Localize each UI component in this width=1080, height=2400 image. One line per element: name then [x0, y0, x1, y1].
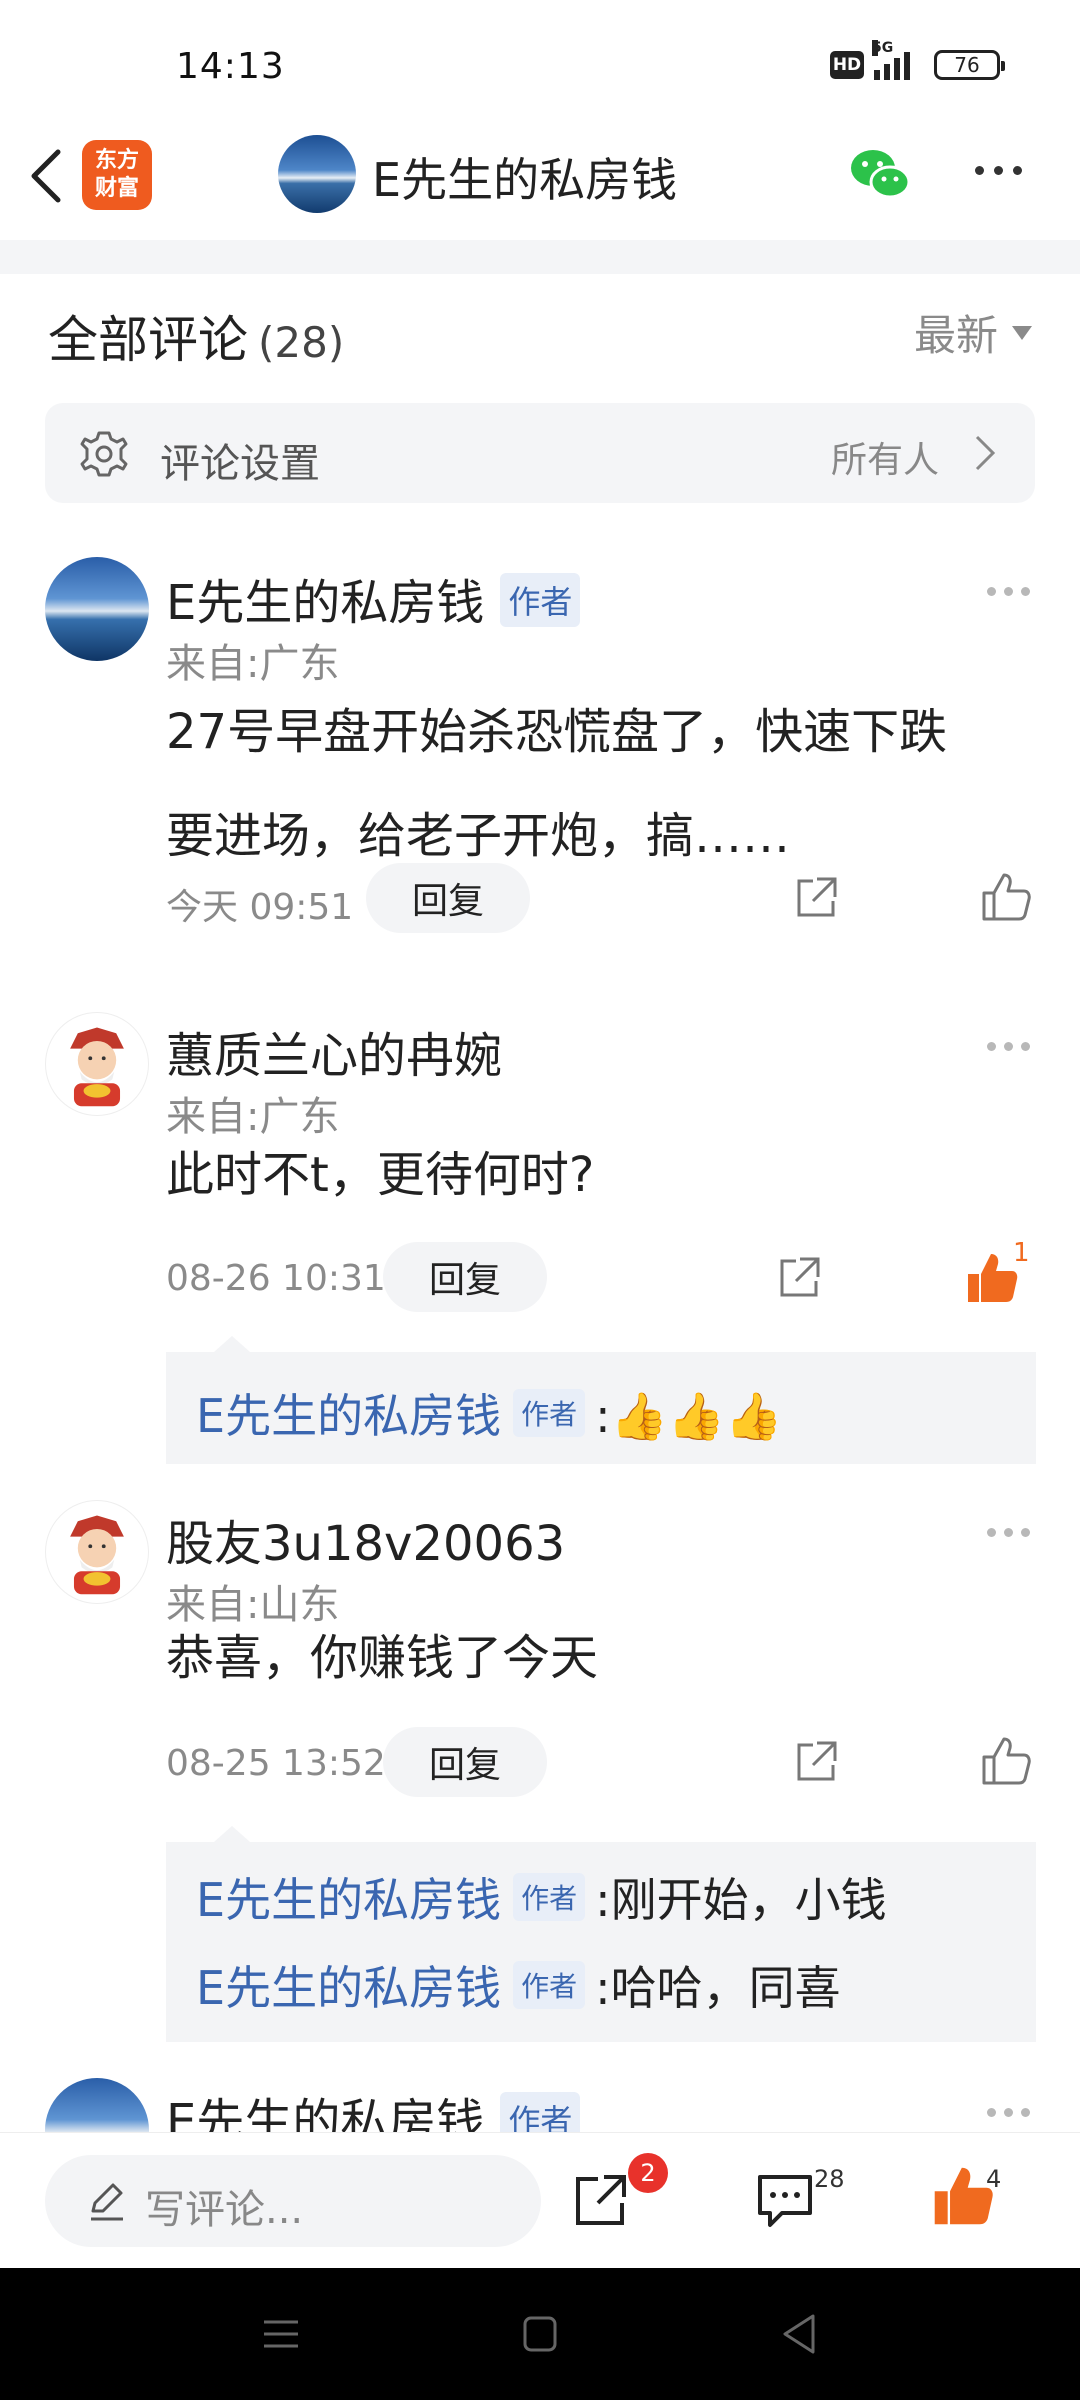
reply-author[interactable]: E先生的私房钱: [196, 1389, 501, 1443]
avatar[interactable]: [45, 1500, 149, 1604]
share-icon[interactable]: [791, 873, 841, 923]
reply-button[interactable]: 回复: [366, 863, 530, 933]
top-header: 东方 财富 E先生的私房钱: [0, 110, 1080, 240]
pencil-icon: [91, 2183, 123, 2221]
author-name: E先生的私房钱: [166, 575, 485, 631]
comment-text[interactable]: 恭喜，你赚钱了今天: [166, 1618, 1016, 1698]
thumbs-up-icon[interactable]: [978, 1733, 1034, 1789]
write-comment-input[interactable]: 写评论...: [45, 2155, 541, 2247]
author-badge: 作者: [513, 1873, 586, 1921]
like-count: 4: [986, 2165, 1002, 2193]
page-title[interactable]: E先生的私房钱: [372, 144, 677, 210]
network-label: 5G: [872, 40, 894, 56]
avatar[interactable]: [45, 1012, 149, 1116]
header-avatar[interactable]: [278, 135, 356, 213]
author-badge: 作者: [500, 2092, 581, 2132]
comment-item: 股友3u18v20063 来自:山东 恭喜，你赚钱了今天 08-25 13:52…: [0, 1498, 1080, 2043]
settings-value: 所有人: [830, 440, 939, 481]
write-comment-placeholder: 写评论...: [145, 2187, 304, 2233]
app-logo-line1: 东方: [94, 148, 139, 173]
reply-button[interactable]: 回复: [383, 1242, 547, 1312]
status-time: 14:13: [176, 46, 285, 87]
comments-title-text: 全部评论: [48, 311, 248, 369]
avatar[interactable]: [45, 2078, 149, 2132]
share-icon[interactable]: [570, 2169, 632, 2231]
reply-button[interactable]: 回复: [383, 1727, 547, 1797]
signal-icon: 5G: [872, 40, 910, 80]
reply-item[interactable]: E先生的私房钱 作者:哈哈，同喜: [196, 1952, 841, 2018]
fortune-god-avatar-icon: [70, 1515, 124, 1595]
more-options-icon[interactable]: [975, 166, 1022, 175]
like-count: 1: [1013, 1238, 1030, 1268]
app-logo-line2: 财富: [94, 176, 139, 201]
comment-settings-row[interactable]: 评论设置 所有人: [45, 403, 1035, 503]
comment-icon[interactable]: [754, 2171, 816, 2229]
recent-apps-icon[interactable]: [262, 2316, 300, 2352]
author-badge: 作者: [513, 1961, 586, 2009]
share-icon[interactable]: [774, 1253, 824, 1303]
comment-item: E先生的私房钱 作者 来自:广东 27号早盘开始杀恐慌盘了，快速下跌 要进场，给老…: [0, 555, 1080, 975]
gear-icon: [80, 431, 128, 477]
bottom-action-bar: 写评论... 2 28 4: [0, 2132, 1080, 2268]
home-icon[interactable]: [522, 2314, 558, 2354]
comment-author[interactable]: E先生的私房钱 作者: [166, 563, 581, 633]
sort-label: 最新: [913, 311, 998, 360]
chevron-right-icon: [975, 435, 996, 471]
thumbs-up-filled-icon[interactable]: [964, 1250, 1020, 1306]
battery-icon: 76: [934, 50, 1005, 80]
comment-text[interactable]: 此时不t，更待何时?: [166, 1135, 1016, 1215]
author-badge: 作者: [500, 573, 581, 627]
app-logo[interactable]: 东方 财富: [82, 140, 152, 210]
comment-item: 蕙质兰心的冉婉 来自:广东 此时不t，更待何时? 08-26 10:31 回复 …: [0, 1010, 1080, 1470]
wechat-share-icon[interactable]: [848, 146, 912, 202]
comment-more-icon[interactable]: [987, 2108, 1030, 2117]
status-icons: HD 5G 76: [830, 40, 1005, 80]
comment-item: E先生的私房钱 作者: [0, 2078, 1080, 2132]
comment-more-icon[interactable]: [987, 1042, 1030, 1051]
back-arrow-icon[interactable]: [22, 146, 72, 206]
comment-author[interactable]: 蕙质兰心的冉婉: [166, 1016, 502, 1086]
fortune-god-avatar-icon: [70, 1027, 124, 1107]
comment-more-icon[interactable]: [987, 587, 1030, 596]
back-triangle-icon[interactable]: [780, 2312, 818, 2356]
reply-text: :刚开始，小钱: [595, 1873, 887, 1927]
hd-icon: HD: [830, 51, 864, 79]
reply-text: :哈哈，同喜: [595, 1961, 841, 2015]
comment-location: 来自:广东: [166, 1094, 340, 1140]
author-badge: 作者: [513, 1389, 586, 1437]
comment-text-line: 27号早盘开始杀恐慌盘了，快速下跌: [166, 704, 948, 760]
sort-dropdown[interactable]: 最新: [914, 302, 1032, 363]
comment-author[interactable]: E先生的私房钱 作者: [166, 2082, 581, 2132]
comments-count: (28): [258, 318, 345, 367]
comment-author[interactable]: 股友3u18v20063: [166, 1504, 565, 1574]
reply-thread: E先生的私房钱 作者:刚开始，小钱 E先生的私房钱 作者:哈哈，同喜: [166, 1826, 1036, 2042]
reply-text: :👍👍👍: [595, 1389, 783, 1443]
comment-text[interactable]: 27号早盘开始杀恐慌盘了，快速下跌 要进场，给老子开炮，搞……: [166, 680, 1016, 888]
share-icon[interactable]: [791, 1737, 841, 1787]
comment-text-line: 要进场，给老子开炮，搞……: [166, 808, 791, 864]
status-bar: 14:13 HD 5G 76: [0, 0, 1080, 110]
share-badge: 2: [628, 2153, 668, 2193]
battery-level: 76: [954, 53, 980, 77]
comment-more-icon[interactable]: [987, 1528, 1030, 1537]
author-name: E先生的私房钱: [166, 2094, 485, 2132]
section-divider: [0, 240, 1080, 274]
settings-label: 评论设置: [160, 441, 320, 487]
comment-count: 28: [814, 2165, 845, 2193]
comment-time: 08-26 10:31: [166, 1258, 386, 1299]
system-nav-bar: [0, 2268, 1080, 2400]
thumbs-up-icon[interactable]: [978, 869, 1034, 925]
reply-author[interactable]: E先生的私房钱: [196, 1961, 501, 2015]
reply-author[interactable]: E先生的私房钱: [196, 1873, 501, 1927]
comment-time: 08-25 13:52: [166, 1743, 386, 1784]
reply-thread: E先生的私房钱 作者:👍👍👍: [166, 1336, 1036, 1464]
reply-item[interactable]: E先生的私房钱 作者:刚开始，小钱: [196, 1864, 887, 1930]
caret-down-icon: [1012, 325, 1032, 340]
reply-item[interactable]: E先生的私房钱 作者:👍👍👍: [196, 1380, 782, 1446]
avatar[interactable]: [45, 557, 149, 661]
comments-title: 全部评论 (28): [48, 300, 344, 372]
comment-time: 今天 09:51: [166, 887, 354, 928]
